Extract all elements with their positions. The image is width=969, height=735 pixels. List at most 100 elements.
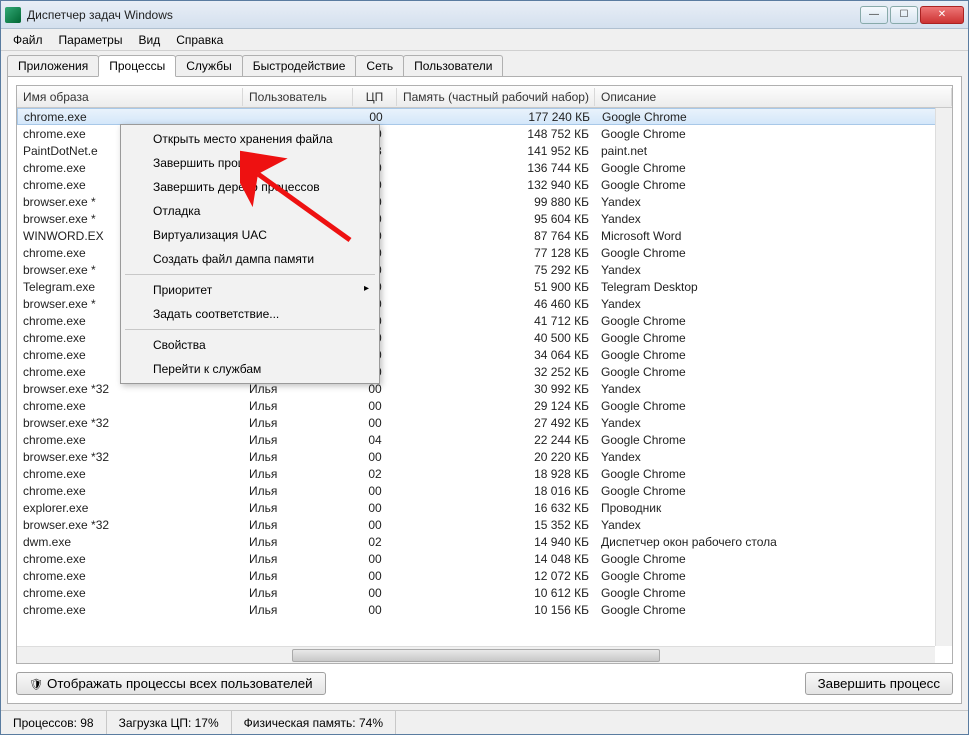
cell-mem: 148 752 КБ (397, 127, 595, 141)
context-menu-item[interactable]: Задать соответствие... (123, 302, 377, 326)
context-menu-item[interactable]: Завершить дерево процессов (123, 175, 377, 199)
table-row[interactable]: chrome.exeИлья0012 072 КБGoogle Chrome (17, 567, 952, 584)
context-menu-item[interactable]: Приоритет (123, 278, 377, 302)
end-process-button[interactable]: Завершить процесс (805, 672, 953, 695)
context-menu-separator (125, 329, 375, 330)
table-row[interactable]: chrome.exeИлья0422 244 КБGoogle Chrome (17, 431, 952, 448)
cell-user: Илья (243, 399, 353, 413)
table-row[interactable]: browser.exe *32Илья0027 492 КБYandex (17, 414, 952, 431)
table-row[interactable]: chrome.exeИлья0018 016 КБGoogle Chrome (17, 482, 952, 499)
cell-desc: Google Chrome (595, 399, 952, 413)
table-row[interactable]: explorer.exeИлья0016 632 КБПроводник (17, 499, 952, 516)
cell-desc: Google Chrome (595, 484, 952, 498)
cell-name: chrome.exe (17, 603, 243, 617)
table-row[interactable]: chrome.exeИлья0014 048 КБGoogle Chrome (17, 550, 952, 567)
col-memory[interactable]: Память (частный рабочий набор) (397, 88, 595, 106)
cell-mem: 95 604 КБ (397, 212, 595, 226)
tab-1[interactable]: Процессы (98, 55, 176, 77)
context-menu-item[interactable]: Открыть место хранения файла (123, 127, 377, 151)
cell-user: Илья (243, 484, 353, 498)
cell-desc: Google Chrome (595, 331, 952, 345)
horizontal-scrollbar[interactable] (17, 646, 935, 663)
context-menu-item[interactable]: Отладка (123, 199, 377, 223)
cell-cpu: 00 (353, 552, 397, 566)
cell-cpu: 00 (353, 586, 397, 600)
context-menu-item[interactable]: Создать файл дампа памяти (123, 247, 377, 271)
cell-cpu: 02 (353, 535, 397, 549)
context-menu: Открыть место хранения файлаЗавершить пр… (120, 124, 380, 384)
cell-mem: 141 952 КБ (397, 144, 595, 158)
table-row[interactable]: chrome.exeИлья0010 612 КБGoogle Chrome (17, 584, 952, 601)
col-description[interactable]: Описание (595, 88, 952, 106)
table-row[interactable]: chrome.exe00177 240 КБGoogle Chrome (17, 108, 952, 125)
cell-cpu: 02 (353, 467, 397, 481)
table-row[interactable]: chrome.exeИлья0010 156 КБGoogle Chrome (17, 601, 952, 618)
maximize-button[interactable]: ☐ (890, 6, 918, 24)
menu-view[interactable]: Вид (130, 31, 168, 49)
cell-user: Илья (243, 450, 353, 464)
cell-user: Илья (243, 433, 353, 447)
scrollbar-thumb[interactable] (292, 649, 659, 662)
cell-cpu: 00 (353, 416, 397, 430)
cell-mem: 20 220 КБ (397, 450, 595, 464)
context-menu-item[interactable]: Виртуализация UAC (123, 223, 377, 247)
tab-4[interactable]: Сеть (355, 55, 404, 76)
cell-desc: Диспетчер окон рабочего стола (595, 535, 952, 549)
menu-file[interactable]: Файл (5, 31, 51, 49)
table-row[interactable]: browser.exe *32Илья0020 220 КБYandex (17, 448, 952, 465)
cell-user: Илья (243, 416, 353, 430)
cell-name: chrome.exe (18, 110, 244, 124)
cell-mem: 87 764 КБ (397, 229, 595, 243)
context-menu-item[interactable]: Завершить процесс (123, 151, 377, 175)
tab-5[interactable]: Пользователи (403, 55, 503, 76)
titlebar[interactable]: Диспетчер задач Windows — ☐ ✕ (1, 1, 968, 29)
cell-desc: Yandex (595, 518, 952, 532)
status-cpu: Загрузка ЦП: 17% (107, 711, 232, 734)
app-icon (5, 7, 21, 23)
show-all-users-button[interactable]: Отображать процессы всех пользователей (16, 672, 326, 695)
cell-name: chrome.exe (17, 399, 243, 413)
col-image-name[interactable]: Имя образа (17, 88, 243, 106)
status-memory: Физическая память: 74% (232, 711, 396, 734)
col-cpu[interactable]: ЦП (353, 88, 397, 106)
table-row[interactable]: dwm.exeИлья0214 940 КБДиспетчер окон раб… (17, 533, 952, 550)
cell-name: chrome.exe (17, 586, 243, 600)
cell-desc: Google Chrome (595, 603, 952, 617)
vertical-scrollbar[interactable] (935, 108, 952, 646)
cell-user: Илья (243, 569, 353, 583)
cell-cpu: 00 (354, 110, 398, 124)
minimize-button[interactable]: — (860, 6, 888, 24)
cell-cpu: 04 (353, 433, 397, 447)
menu-options[interactable]: Параметры (51, 31, 131, 49)
cell-mem: 41 712 КБ (397, 314, 595, 328)
cell-desc: Yandex (595, 195, 952, 209)
context-menu-item[interactable]: Перейти к службам (123, 357, 377, 381)
cell-mem: 15 352 КБ (397, 518, 595, 532)
tab-0[interactable]: Приложения (7, 55, 99, 76)
close-button[interactable]: ✕ (920, 6, 964, 24)
cell-name: dwm.exe (17, 535, 243, 549)
cell-cpu: 00 (353, 484, 397, 498)
cell-mem: 18 928 КБ (397, 467, 595, 481)
cell-cpu: 00 (353, 518, 397, 532)
table-row[interactable]: chrome.exeИлья0218 928 КБGoogle Chrome (17, 465, 952, 482)
cell-user: Илья (243, 518, 353, 532)
table-row[interactable]: chrome.exeИлья0029 124 КБGoogle Chrome (17, 397, 952, 414)
col-user[interactable]: Пользователь (243, 88, 353, 106)
cell-desc: Google Chrome (595, 569, 952, 583)
status-processes: Процессов: 98 (1, 711, 107, 734)
tab-3[interactable]: Быстродействие (242, 55, 357, 76)
cell-desc: Yandex (595, 212, 952, 226)
table-row[interactable]: browser.exe *32Илья0015 352 КБYandex (17, 516, 952, 533)
context-menu-item[interactable]: Свойства (123, 333, 377, 357)
tab-2[interactable]: Службы (175, 55, 242, 76)
tab-strip: ПриложенияПроцессыСлужбыБыстродействиеСе… (1, 51, 968, 76)
cell-mem: 136 744 КБ (397, 161, 595, 175)
cell-desc: Telegram Desktop (595, 280, 952, 294)
cell-mem: 27 492 КБ (397, 416, 595, 430)
menu-help[interactable]: Справка (168, 31, 231, 49)
cell-desc: Google Chrome (595, 246, 952, 260)
cell-name: explorer.exe (17, 501, 243, 515)
statusbar: Процессов: 98 Загрузка ЦП: 17% Физическа… (1, 710, 968, 734)
cell-desc: Yandex (595, 297, 952, 311)
